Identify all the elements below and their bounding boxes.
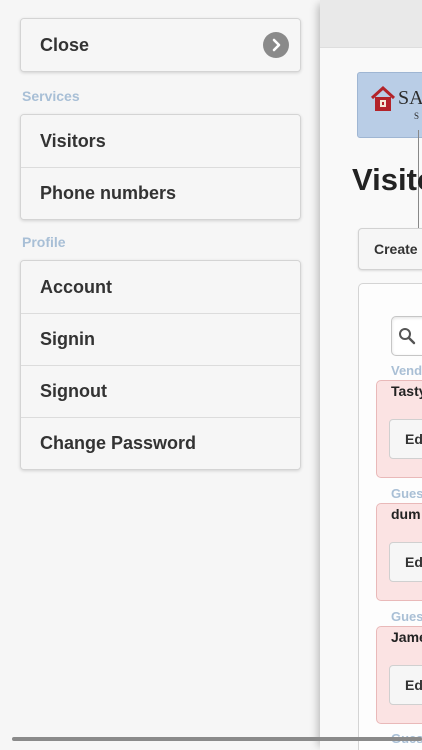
visitor-name: Jame bbox=[391, 629, 422, 645]
menu-item-change-password[interactable]: Change Password bbox=[21, 417, 300, 469]
search-input[interactable] bbox=[391, 316, 422, 356]
menu-item-signin[interactable]: Signin bbox=[21, 313, 300, 365]
profile-list: Account Signin Signout Change Password bbox=[20, 260, 301, 470]
close-label: Close bbox=[40, 34, 90, 55]
horizontal-scrollbar[interactable] bbox=[12, 737, 422, 741]
visitors-page: SA SO Visito Create Vend Tasty Ed Gues d… bbox=[320, 0, 422, 750]
logo-text: SA bbox=[398, 87, 422, 109]
edit-button[interactable]: Ed bbox=[389, 419, 422, 459]
visitor-card: Tasty Ed bbox=[376, 380, 422, 478]
profile-heading: Profile bbox=[22, 234, 66, 250]
create-visitor-button[interactable]: Create bbox=[358, 228, 422, 270]
menu-item-signout[interactable]: Signout bbox=[21, 365, 300, 417]
page-title: Visito bbox=[352, 162, 422, 197]
visitor-card: dum Ed bbox=[376, 503, 422, 601]
logo-subtext: SO bbox=[414, 111, 422, 121]
menu-item-visitors[interactable]: Visitors bbox=[21, 115, 300, 167]
close-menu-item[interactable]: Close bbox=[21, 19, 300, 71]
visitor-type-label: Vend bbox=[391, 363, 422, 378]
visitor-name: dum bbox=[391, 506, 421, 522]
house-icon bbox=[370, 85, 396, 111]
visitor-type-label: Gues bbox=[391, 609, 422, 624]
chevron-right-icon bbox=[263, 32, 289, 58]
logo: SA SO bbox=[357, 72, 422, 138]
edit-button[interactable]: Ed bbox=[389, 542, 422, 582]
edit-button[interactable]: Ed bbox=[389, 665, 422, 705]
menu-item-account[interactable]: Account bbox=[21, 261, 300, 313]
side-menu-panel: Close Services Visitors Phone numbers Pr… bbox=[0, 0, 320, 750]
visitor-card: Jame Ed bbox=[376, 626, 422, 724]
services-list: Visitors Phone numbers bbox=[20, 114, 301, 220]
visitor-name: Tasty bbox=[391, 383, 422, 399]
services-heading: Services bbox=[22, 88, 80, 104]
menu-item-phone-numbers[interactable]: Phone numbers bbox=[21, 167, 300, 219]
search-icon bbox=[399, 328, 416, 345]
visitor-type-label: Gues bbox=[391, 486, 422, 501]
page-header-bar bbox=[320, 0, 422, 48]
close-list: Close bbox=[20, 18, 301, 72]
